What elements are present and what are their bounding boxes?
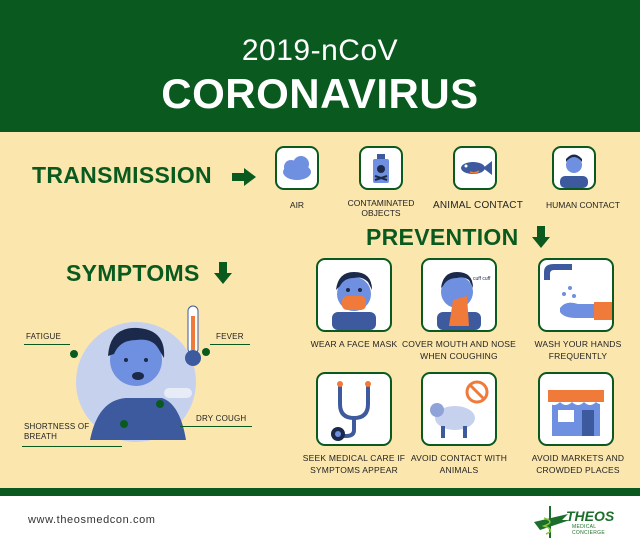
transmission-label-objects: CONTAMINATED OBJECTS	[347, 198, 415, 218]
cough-cover-icon: cuff cuff	[437, 272, 491, 330]
brand-tagline: MEDICAL CONCIERGE	[572, 524, 605, 536]
cough-cover-icon-box: cuff cuff	[421, 258, 497, 332]
prevention-label-markets: AVOID MARKETS AND CROWDED PLACES	[531, 453, 625, 475]
market-icon-box	[538, 372, 614, 446]
prevention-label-mask: WEAR A FACE MASK	[310, 339, 398, 349]
human-contact-icon-box	[552, 146, 596, 190]
hand-wash-icon	[544, 264, 612, 320]
person-icon	[560, 154, 588, 188]
symptom-leader-line	[24, 344, 70, 345]
face-mask-icon	[332, 272, 376, 330]
stethoscope-icon	[331, 381, 371, 441]
prevention-label-cough: COVER MOUTH AND NOSE WHEN COUGHING	[401, 339, 517, 361]
header-banner: 2019-nCoV CORONAVIRUS	[0, 0, 640, 132]
transmission-heading: TRANSMISSION	[32, 162, 212, 188]
arrow-down-icon	[214, 262, 232, 284]
poison-bottle-icon	[373, 154, 389, 183]
air-icon-box	[275, 146, 319, 190]
symptom-label-fever: FEVER	[216, 332, 244, 341]
theos-logo: THEOS MEDICAL CONCIERGE	[532, 504, 622, 540]
transmission-label-air: AIR	[289, 200, 305, 210]
symptom-leader-line	[210, 344, 250, 345]
symptom-dot	[70, 350, 78, 358]
symptom-dot	[120, 420, 128, 428]
brand-name: THEOS	[566, 508, 615, 524]
prevention-label-medical: SEEK MEDICAL CARE IF SYMPTOMS APPEAR	[302, 453, 406, 475]
arrow-right-icon	[232, 168, 256, 186]
hand-wash-icon-box	[538, 258, 614, 332]
symptom-dot	[202, 348, 210, 356]
symptom-leader-line	[22, 446, 122, 447]
transmission-label-human: HUMAN CONTACT	[546, 200, 620, 210]
symptoms-heading: SYMPTOMS	[66, 260, 200, 286]
animal-contact-icon-box	[453, 146, 497, 190]
footer-divider	[0, 488, 640, 496]
prevention-label-animals: AVOID CONTACT WITH ANIMALS	[410, 453, 508, 475]
symptom-dot	[156, 400, 164, 408]
symptom-label-breath: SHORTNESS OF BREATH	[24, 422, 90, 441]
symptom-leader-line	[180, 426, 252, 427]
cloud-icon	[283, 156, 311, 180]
face-mask-icon-box	[316, 258, 392, 332]
website-link[interactable]: www.theosmedcon.com	[28, 514, 156, 526]
arrow-down-icon	[532, 226, 550, 248]
symptom-label-fatigue: FATIGUE	[26, 332, 62, 341]
prevention-heading: PREVENTION	[366, 224, 519, 250]
header-title: CORONAVIRUS	[161, 70, 479, 117]
transmission-label-animal: ANIMAL CONTACT	[432, 200, 524, 211]
prevention-label-wash: WASH YOUR HANDS FREQUENTLY	[534, 339, 622, 361]
no-animal-icon-box	[421, 372, 497, 446]
fish-icon	[461, 161, 492, 175]
contaminated-objects-icon-box	[359, 146, 403, 190]
market-icon	[548, 390, 604, 436]
content-panel: TRANSMISSION AIR CONTAMINATED OBJECTS AN…	[0, 132, 640, 488]
cough-sound-text: cuff cuff	[473, 276, 491, 282]
no-animal-icon	[430, 380, 489, 438]
header-subtitle: 2019-nCoV	[241, 34, 399, 67]
footer: www.theosmedcon.com THEOS MEDICAL CONCIE…	[0, 496, 640, 547]
symptom-label-cough: DRY COUGH	[196, 414, 247, 423]
stethoscope-icon-box	[316, 372, 392, 446]
